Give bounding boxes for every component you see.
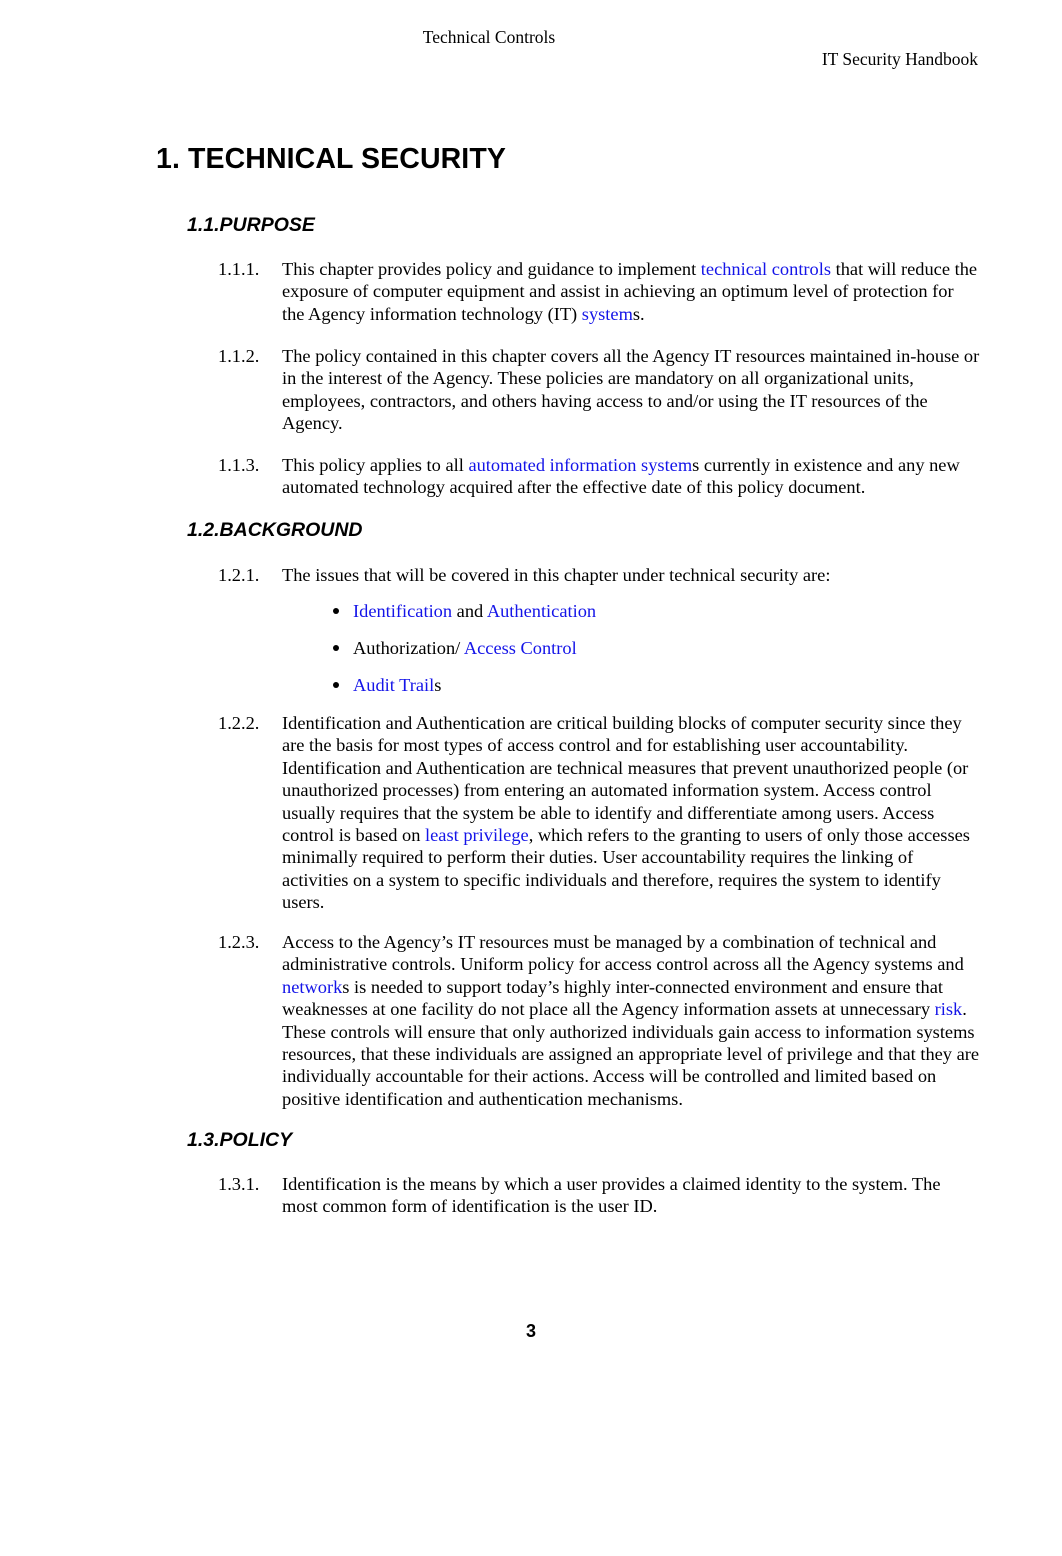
chapter-title: 1. TECHNICAL SECURITY [156, 143, 506, 175]
clause-1-2-1: 1.2.1. The issues that will be covered i… [218, 564, 980, 586]
clause-text: The policy contained in this chapter cov… [282, 345, 980, 435]
page-footer: 3 [0, 1320, 1062, 1342]
inline-text: and [452, 601, 487, 621]
page-header: Technical Controls IT Security Handbook [0, 26, 1062, 70]
inline-text: s [434, 674, 442, 695]
clause-1-1-2: 1.1.2. The policy contained in this chap… [218, 345, 980, 435]
section-heading-background: 1.2.BACKGROUND [187, 519, 363, 541]
bullet-icon [333, 608, 339, 614]
clause-number: 1.2.1. [218, 565, 260, 585]
clause-number: 1.1.3. [218, 455, 260, 475]
clause-text: This chapter provides policy and guidanc… [282, 258, 980, 325]
document-page: Technical Controls IT Security Handbook … [0, 0, 1062, 1556]
clause-number: 1.2.2. [218, 713, 260, 733]
clause-text: This policy applies to all automated inf… [282, 454, 980, 499]
clause-number: 1.1.1. [218, 259, 260, 279]
inline-link[interactable]: least privilege [425, 825, 529, 845]
clause-number: 1.1.2. [218, 346, 260, 366]
clause-number: 1.3.1. [218, 1174, 260, 1194]
inline-link[interactable]: Identification [353, 601, 452, 621]
inline-text: The issues that will be covered in this … [282, 565, 831, 585]
inline-text: Authorization/ [353, 637, 464, 658]
header-handbook-title: IT Security Handbook [821, 49, 978, 69]
list-item: Audit Trails [330, 674, 930, 696]
header-running-title: Technical Controls [422, 27, 556, 47]
section-heading-purpose: 1.1.PURPOSE [187, 214, 315, 236]
clause-1-1-1: 1.1.1. This chapter provides policy and … [218, 258, 980, 325]
bullet-icon [333, 644, 339, 651]
inline-text: s. [632, 303, 645, 324]
list-item-label: Identification and Authentication [353, 601, 596, 621]
inline-link[interactable]: Access Control [464, 638, 577, 658]
inline-link[interactable]: network [282, 977, 342, 997]
list-item: Authorization/ Access Control [330, 637, 930, 659]
inline-link[interactable]: automated information system [468, 455, 692, 475]
page-number: 3 [525, 1321, 536, 1341]
inline-text: This policy applies to all [282, 455, 469, 475]
list-item-label: Audit Trails [353, 675, 441, 695]
clause-1-2-3: 1.2.3. Access to the Agency’s IT resourc… [218, 931, 980, 1110]
clause-1-2-2: 1.2.2. Identification and Authentication… [218, 712, 980, 914]
clause-1-1-3: 1.1.3. This policy applies to all automa… [218, 454, 980, 499]
clause-text: Access to the Agency’s IT resources must… [282, 931, 980, 1110]
clause-text: Identification and Authentication are cr… [282, 712, 980, 914]
bullet-icon [333, 681, 339, 688]
inline-text: s is needed to support today’s highly in… [282, 976, 944, 1020]
inline-text: The policy contained in this chapter cov… [282, 346, 980, 434]
background-topic-list: Identification and Authentication Author… [330, 600, 930, 711]
list-item: Identification and Authentication [330, 600, 930, 622]
inline-link[interactable]: technical controls [701, 259, 831, 279]
inline-text: Identification is the means by which a u… [282, 1174, 941, 1217]
clause-text: The issues that will be covered in this … [282, 564, 980, 586]
list-item-label: Authorization/ Access Control [353, 638, 577, 658]
inline-link[interactable]: risk [935, 999, 963, 1019]
inline-link[interactable]: Authentication [487, 601, 596, 621]
clause-text: Identification is the means by which a u… [282, 1173, 980, 1218]
clause-1-3-1: 1.3.1. Identification is the means by wh… [218, 1173, 980, 1218]
section-heading-policy: 1.3.POLICY [187, 1129, 293, 1151]
inline-text: This chapter provides policy and guidanc… [282, 259, 701, 279]
inline-link[interactable]: Audit Trail [353, 675, 434, 695]
inline-link[interactable]: system [582, 304, 633, 324]
inline-text: Access to the Agency’s IT resources must… [282, 932, 964, 975]
clause-number: 1.2.3. [218, 932, 260, 952]
